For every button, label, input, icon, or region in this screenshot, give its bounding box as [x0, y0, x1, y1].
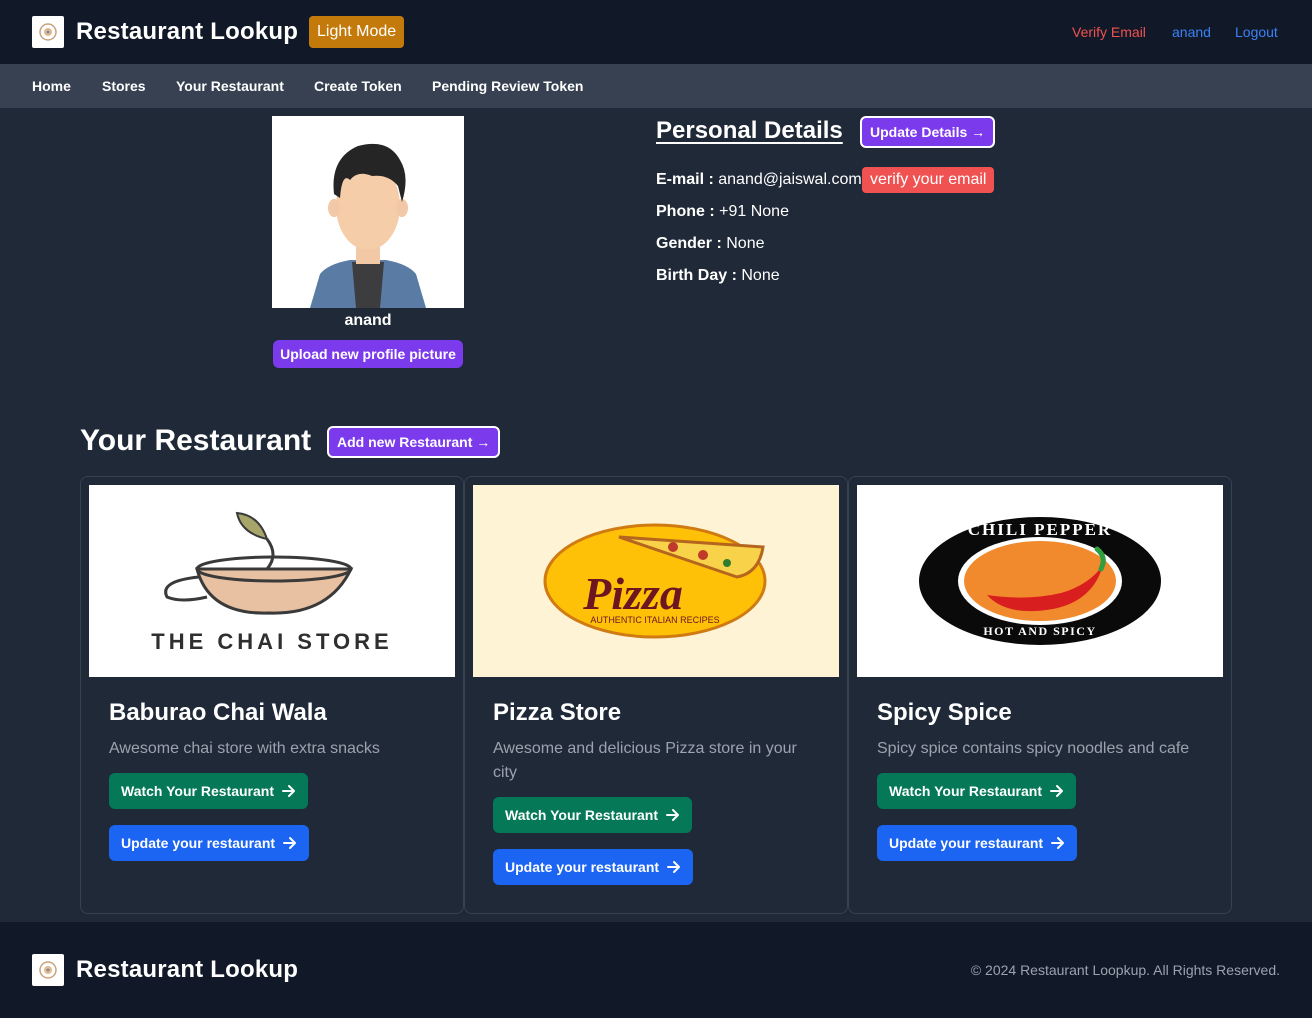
watch-button-label: Watch Your Restaurant [505, 807, 658, 823]
pizza-logo-text: Pizza [582, 568, 683, 619]
gender-row: Gender : None [656, 235, 765, 253]
pizza-logo-subtext: AUTHENTIC ITALIAN RECIPES [590, 615, 719, 625]
restaurant-card: THE CHAI STORE Baburao Chai Wala Awesome… [80, 476, 464, 914]
restaurant-description: Spicy spice contains spicy noodles and c… [877, 740, 1190, 757]
update-details-button[interactable]: Update Details → [860, 116, 996, 148]
arrow-right-icon [283, 836, 297, 850]
gender-label: Gender : [656, 235, 722, 252]
nav-create-token[interactable]: Create Token [314, 78, 402, 94]
chili-logo-text: CHILI PEPPER [968, 520, 1112, 539]
watch-restaurant-button[interactable]: Watch Your Restaurant [109, 773, 308, 809]
watch-restaurant-button[interactable]: Watch Your Restaurant [877, 773, 1076, 809]
arrow-right-icon [1051, 836, 1065, 850]
watch-button-label: Watch Your Restaurant [889, 783, 1042, 799]
email-row: E-mail : anand@jaiswal.com [656, 171, 862, 189]
phone-label: Phone : [656, 203, 715, 220]
user-link[interactable]: anand [1172, 24, 1211, 40]
restaurant-card: Pizza AUTHENTIC ITALIAN RECIPES Pizza St… [464, 476, 848, 914]
restaurant-image[interactable]: CHILI PEPPER HOT AND SPICY [857, 485, 1223, 677]
brand-logo-icon[interactable] [32, 16, 64, 48]
footer-logo-icon[interactable] [32, 954, 64, 986]
update-restaurant-button[interactable]: Update your restaurant [109, 825, 310, 861]
birthday-row: Birth Day : None [656, 267, 780, 285]
restaurant-image[interactable]: THE CHAI STORE [89, 485, 455, 677]
restaurant-name: Spicy Spice [877, 699, 1012, 726]
restaurant-description: Awesome and delicious Pizza store in you… [493, 740, 797, 781]
your-restaurant-title: Your Restaurant [80, 424, 312, 457]
update-button-label: Update your restaurant [889, 835, 1044, 851]
restaurant-name: Pizza Store [493, 699, 622, 726]
main-nav: Home Stores Your Restaurant Create Token… [0, 64, 1312, 108]
phone-row: Phone : +91 None [656, 203, 789, 221]
chili-logo-subtext: HOT AND SPICY [983, 624, 1096, 638]
birthday-label: Birth Day : [656, 267, 737, 284]
profile-username: anand [344, 312, 392, 329]
profile-avatar [272, 116, 464, 308]
upload-profile-picture-button[interactable]: Upload new profile picture [273, 340, 463, 368]
restaurant-name: Baburao Chai Wala [109, 699, 327, 726]
footer-brand-name[interactable]: Restaurant Lookup [76, 956, 298, 984]
nav-pending-review-token[interactable]: Pending Review Token [432, 78, 583, 94]
restaurant-card: CHILI PEPPER HOT AND SPICY Spicy Spice S… [848, 476, 1232, 914]
arrow-right-icon [282, 784, 296, 798]
add-new-restaurant-button[interactable]: Add new Restaurant → [327, 426, 501, 458]
arrow-right-icon [667, 860, 681, 874]
top-header: Restaurant Lookup Light Mode Verify Emai… [0, 0, 1312, 64]
nav-home[interactable]: Home [32, 78, 71, 94]
restaurant-image[interactable]: Pizza AUTHENTIC ITALIAN RECIPES [473, 485, 839, 677]
update-button-label: Update your restaurant [121, 835, 276, 851]
brand-name[interactable]: Restaurant Lookup [76, 18, 298, 46]
watch-restaurant-button[interactable]: Watch Your Restaurant [493, 797, 692, 833]
update-restaurant-button[interactable]: Update your restaurant [877, 825, 1078, 861]
birthday-value: None [741, 267, 780, 284]
personal-details-title: Personal Details [656, 117, 843, 144]
gender-value: None [726, 235, 765, 252]
verify-email-link[interactable]: Verify Email [1072, 24, 1146, 40]
email-value: anand@jaiswal.com [718, 171, 862, 188]
restaurant-description: Awesome chai store with extra snacks [109, 740, 380, 757]
arrow-right-icon [1050, 784, 1064, 798]
chai-logo-text: THE CHAI STORE [151, 629, 392, 654]
email-label: E-mail : [656, 171, 714, 188]
nav-stores[interactable]: Stores [102, 78, 146, 94]
light-mode-button[interactable]: Light Mode [309, 16, 405, 48]
logout-link[interactable]: Logout [1235, 24, 1278, 40]
nav-your-restaurant[interactable]: Your Restaurant [176, 78, 284, 94]
verify-email-badge[interactable]: verify your email [862, 167, 995, 193]
copyright-text: © 2024 Restaurant Loopkup. All Rights Re… [970, 962, 1280, 978]
watch-button-label: Watch Your Restaurant [121, 783, 274, 799]
update-button-label: Update your restaurant [505, 859, 660, 875]
footer: Restaurant Lookup © 2024 Restaurant Loop… [0, 922, 1312, 1018]
update-restaurant-button[interactable]: Update your restaurant [493, 849, 694, 885]
arrow-right-icon [666, 808, 680, 822]
phone-value: +91 None [719, 203, 789, 220]
